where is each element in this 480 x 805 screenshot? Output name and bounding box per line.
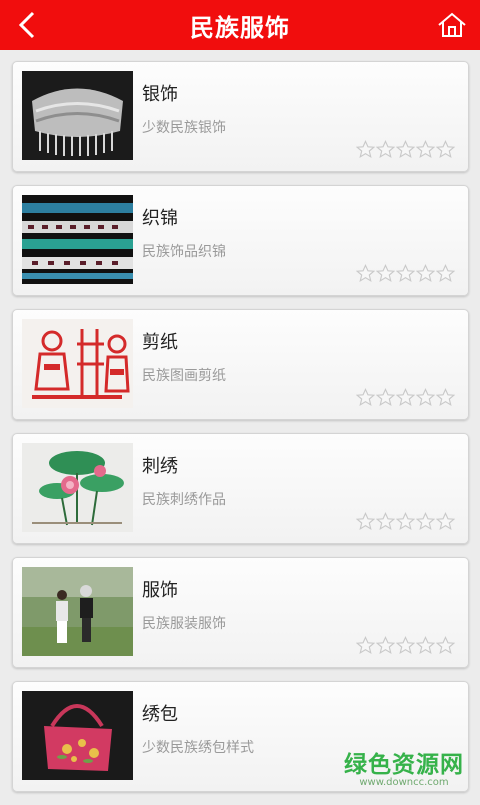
list-item-silver[interactable]: 银饰 少数民族银饰 — [12, 61, 469, 172]
star-icon[interactable] — [396, 388, 415, 407]
item-title: 服饰 — [142, 580, 178, 601]
item-description: 民族服装服饰 — [142, 616, 226, 632]
costume-image — [22, 567, 133, 656]
star-icon[interactable] — [396, 264, 415, 283]
watermark-url: www.downcc.com — [359, 777, 449, 788]
watermark: 绿色资源网 www.downcc.com — [344, 745, 464, 788]
rating-stars[interactable] — [356, 264, 455, 283]
list-item-papercut[interactable]: 剪纸 民族图画剪纸 — [12, 309, 469, 420]
star-icon[interactable] — [396, 512, 415, 531]
item-title: 织锦 — [142, 208, 178, 229]
item-description: 民族饰品织锦 — [142, 244, 226, 260]
item-title: 银饰 — [142, 84, 178, 105]
category-list: 银饰 少数民族银饰 织锦 民族饰品织锦 剪纸 民族图画剪纸 刺绣 民族刺绣作品 … — [12, 61, 469, 805]
star-icon[interactable] — [396, 140, 415, 159]
home-button[interactable] — [432, 5, 472, 45]
item-title: 剪纸 — [142, 332, 178, 353]
item-description: 少数民族银饰 — [142, 120, 226, 136]
rating-stars[interactable] — [356, 512, 455, 531]
page-title: 民族服饰 — [190, 13, 290, 42]
star-icon[interactable] — [416, 512, 435, 531]
star-icon[interactable] — [356, 636, 375, 655]
star-icon[interactable] — [436, 388, 455, 407]
rating-stars[interactable] — [356, 636, 455, 655]
star-icon[interactable] — [376, 264, 395, 283]
list-item-brocade[interactable]: 织锦 民族饰品织锦 — [12, 185, 469, 296]
item-description: 民族刺绣作品 — [142, 492, 226, 508]
star-icon[interactable] — [416, 388, 435, 407]
star-icon[interactable] — [356, 264, 375, 283]
star-icon[interactable] — [376, 140, 395, 159]
star-icon[interactable] — [356, 140, 375, 159]
star-icon[interactable] — [376, 388, 395, 407]
item-title: 刺绣 — [142, 456, 178, 477]
watermark-title: 绿色资源网 — [344, 752, 464, 778]
star-icon[interactable] — [396, 636, 415, 655]
home-icon — [438, 12, 466, 37]
star-icon[interactable] — [436, 140, 455, 159]
star-icon[interactable] — [436, 512, 455, 531]
app-header: 民族服饰 — [0, 0, 480, 50]
star-icon[interactable] — [416, 264, 435, 283]
star-icon[interactable] — [376, 636, 395, 655]
item-title: 绣包 — [142, 704, 178, 725]
star-icon[interactable] — [356, 512, 375, 531]
star-icon[interactable] — [436, 636, 455, 655]
rating-stars[interactable] — [356, 388, 455, 407]
embroidery-image — [22, 443, 133, 532]
star-icon[interactable] — [416, 636, 435, 655]
silver-jewelry-image — [22, 71, 133, 160]
chevron-left-icon — [18, 11, 35, 39]
item-description: 少数民族绣包样式 — [142, 740, 254, 756]
star-icon[interactable] — [356, 388, 375, 407]
list-item-embroidery[interactable]: 刺绣 民族刺绣作品 — [12, 433, 469, 544]
star-icon[interactable] — [376, 512, 395, 531]
embroidered-bag-image — [22, 691, 133, 780]
item-description: 民族图画剪纸 — [142, 368, 226, 384]
brocade-image — [22, 195, 133, 284]
list-item-costume[interactable]: 服饰 民族服装服饰 — [12, 557, 469, 668]
papercut-image — [22, 319, 133, 408]
rating-stars[interactable] — [356, 140, 455, 159]
star-icon[interactable] — [436, 264, 455, 283]
star-icon[interactable] — [416, 140, 435, 159]
back-button[interactable] — [8, 5, 48, 45]
